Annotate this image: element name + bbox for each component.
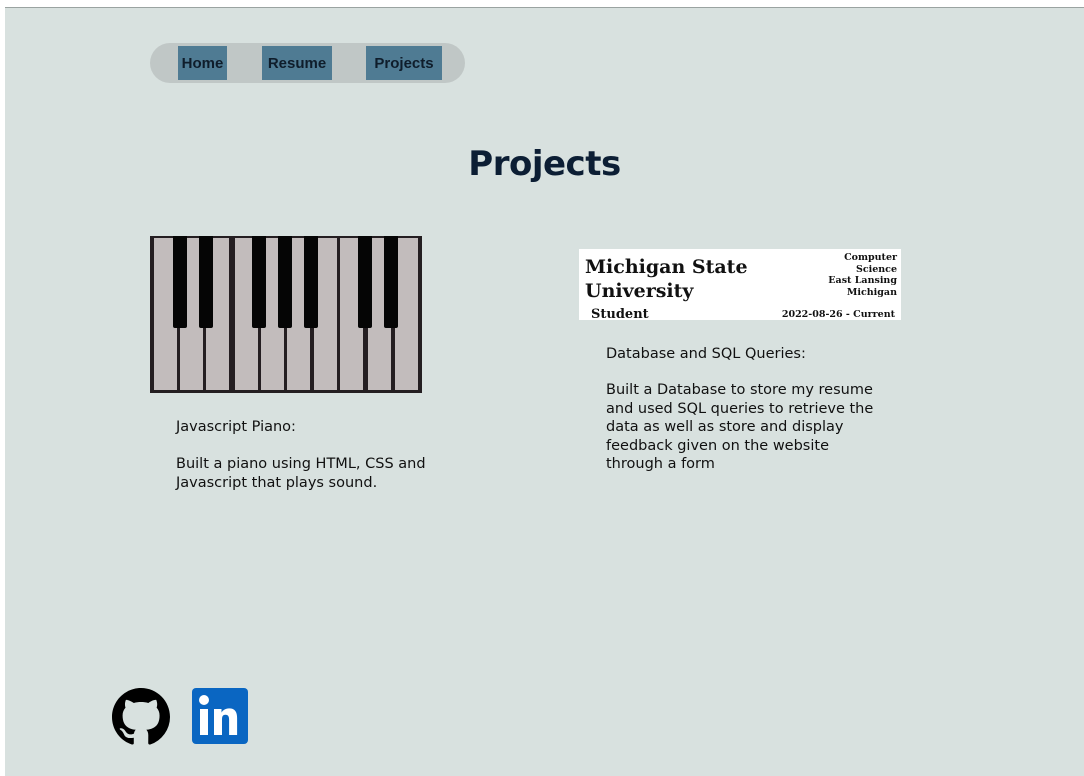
school-line: Michigan State: [585, 256, 748, 278]
piano-black-key: [278, 236, 292, 328]
project-database-name: Database and SQL Queries:: [606, 346, 806, 362]
location-line: Computer: [844, 252, 897, 263]
page-title: Projects: [468, 144, 621, 184]
github-icon[interactable]: [112, 688, 170, 745]
piano-black-key: [173, 236, 187, 328]
screenshot-location: Computer Science East Lansing Michigan: [828, 252, 897, 298]
nav-resume-button[interactable]: Resume: [262, 46, 332, 80]
piano-black-key: [252, 236, 266, 328]
project-piano-description: Built a piano using HTML, CSS and Javasc…: [176, 456, 426, 491]
linkedin-icon-svg: [192, 688, 248, 744]
nav-bar: Home Resume Projects: [150, 43, 465, 83]
piano-black-key: [358, 236, 372, 328]
nav-home-button[interactable]: Home: [178, 46, 227, 80]
page-background: Home Resume Projects Projects Javascript…: [5, 7, 1084, 776]
piano-black-key: [304, 236, 318, 328]
github-icon-svg: [112, 688, 170, 745]
screenshot-role: Student: [591, 307, 649, 320]
piano-white-key: [395, 238, 418, 390]
location-line: East Lansing: [828, 275, 897, 286]
school-line: University: [585, 280, 694, 302]
piano-keyboard-image: [150, 236, 422, 393]
screenshot-school-name: Michigan State University: [585, 255, 748, 303]
linkedin-icon[interactable]: [192, 688, 248, 744]
screenshot-dates: 2022-08-26 - Current: [781, 309, 895, 320]
project-piano-name: Javascript Piano:: [176, 419, 296, 435]
location-line: Science: [855, 263, 897, 275]
piano-black-key: [199, 236, 213, 328]
nav-projects-button[interactable]: Projects: [366, 46, 442, 80]
project-database-description: Built a Database to store my resume and …: [606, 382, 874, 472]
location-line: Michigan: [846, 286, 897, 298]
resume-database-screenshot: Michigan State University Computer Scien…: [579, 249, 901, 320]
piano-black-key: [384, 236, 398, 328]
